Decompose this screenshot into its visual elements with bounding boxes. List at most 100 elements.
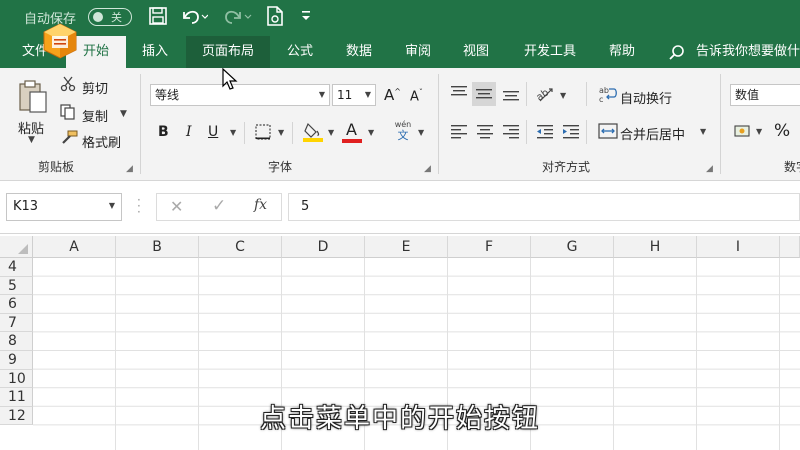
orientation-icon[interactable]: ab	[534, 82, 556, 108]
ribbon: 粘贴 ▼ 剪切 复制 ▼ 格式刷 剪贴板 ◢ 等线 ▼ 11 ▼ A^ Aˇ B…	[0, 68, 800, 181]
align-middle-icon[interactable]	[472, 82, 496, 106]
column-header[interactable]: D	[282, 236, 365, 258]
accounting-dropdown-icon[interactable]: ▼	[756, 128, 762, 136]
align-bottom-icon[interactable]	[502, 84, 520, 106]
formula-bar: K13 ▼ · · · ✕ ✓ fx 5	[0, 181, 800, 234]
merge-dropdown-icon[interactable]: ▼	[700, 128, 706, 136]
font-size-combo[interactable]: 11 ▼	[332, 84, 376, 106]
align-left-icon[interactable]	[450, 122, 468, 144]
font-name-value: 等线	[155, 88, 180, 102]
decrease-indent-icon[interactable]	[536, 122, 554, 144]
tab-page-layout[interactable]: 页面布局	[186, 36, 270, 68]
paste-dropdown-icon[interactable]: ▼	[28, 136, 35, 145]
column-header[interactable]: G	[531, 236, 614, 258]
select-all-corner[interactable]	[0, 236, 33, 258]
decrease-font-button[interactable]: Aˇ	[410, 88, 423, 104]
scissors-icon	[60, 76, 76, 96]
phonetic-dropdown-icon[interactable]: ▼	[418, 129, 424, 137]
column-header[interactable]: F	[448, 236, 531, 258]
fill-color-dropdown-icon[interactable]: ▼	[328, 129, 334, 137]
wrap-text-button[interactable]: 自动换行	[620, 88, 672, 107]
row-header[interactable]: 7	[0, 313, 33, 333]
svg-text:ab: ab	[599, 86, 609, 95]
column-header[interactable]: E	[365, 236, 448, 258]
tell-me-search[interactable]: 告诉我你想要做什	[696, 36, 800, 68]
percent-button[interactable]: %	[774, 121, 790, 141]
enter-icon[interactable]: ✓	[212, 196, 226, 216]
divider	[244, 122, 245, 144]
increase-font-button[interactable]: A^	[384, 86, 401, 104]
align-right-icon[interactable]	[502, 122, 520, 144]
tab-view[interactable]: 视图	[452, 36, 500, 68]
column-header[interactable]	[780, 236, 800, 258]
font-name-combo[interactable]: 等线 ▼	[150, 84, 330, 106]
divider	[586, 82, 587, 106]
column-header[interactable]: C	[199, 236, 282, 258]
row-header[interactable]: 4	[0, 258, 33, 277]
borders-dropdown-icon[interactable]: ▼	[278, 129, 284, 137]
accounting-format-icon[interactable]	[734, 122, 754, 144]
row-header[interactable]: 9	[0, 351, 33, 370]
formula-value: 5	[301, 199, 310, 214]
row-header[interactable]: 6	[0, 295, 33, 314]
insert-function-icon[interactable]: fx	[254, 197, 267, 213]
phonetic-button[interactable]: wén 文	[392, 120, 414, 142]
save-icon[interactable]	[148, 6, 168, 30]
increase-indent-icon[interactable]	[562, 122, 580, 144]
font-group-label: 字体	[268, 160, 293, 174]
copy-dropdown-icon[interactable]: ▼	[120, 110, 127, 119]
format-painter-button[interactable]: 格式刷	[82, 132, 121, 151]
row-header[interactable]: 10	[0, 369, 33, 389]
bold-button[interactable]: B	[158, 124, 169, 140]
tab-data[interactable]: 数据	[334, 36, 384, 68]
tab-review[interactable]: 审阅	[394, 36, 442, 68]
underline-button[interactable]: U	[208, 124, 218, 140]
undo-icon[interactable]	[180, 6, 209, 30]
align-center-icon[interactable]	[476, 122, 494, 144]
divider	[292, 122, 293, 144]
autosave-toggle[interactable]: 关	[88, 8, 132, 26]
increase-font-glyph: A	[384, 86, 395, 104]
fill-color-icon[interactable]	[302, 120, 324, 146]
font-launcher-icon[interactable]: ◢	[424, 164, 431, 174]
chevron-down-icon: ▼	[364, 90, 371, 99]
tab-developer[interactable]: 开发工具	[512, 36, 588, 68]
search-icon[interactable]	[668, 44, 686, 66]
row-header[interactable]: 5	[0, 276, 33, 296]
font-color-button[interactable]: A	[346, 120, 357, 139]
align-top-icon[interactable]	[450, 84, 468, 106]
row-header[interactable]: 8	[0, 332, 33, 351]
column-header[interactable]: B	[116, 236, 199, 258]
merge-center-button[interactable]: 合并后居中	[620, 124, 685, 143]
redo-icon[interactable]	[222, 6, 252, 30]
font-color-dropdown-icon[interactable]: ▼	[368, 129, 374, 137]
cut-button[interactable]: 剪切	[82, 78, 108, 97]
number-format-combo[interactable]: 数值	[730, 84, 800, 106]
underline-dropdown-icon[interactable]: ▼	[230, 129, 236, 137]
video-subtitle: 点击菜单中的开始按钮	[259, 404, 540, 434]
column-header[interactable]: I	[697, 236, 780, 258]
italic-button[interactable]: I	[186, 124, 192, 140]
copy-button[interactable]: 复制	[82, 106, 108, 125]
column-header[interactable]: A	[33, 236, 116, 258]
borders-icon[interactable]	[254, 123, 272, 145]
tab-formulas[interactable]: 公式	[276, 36, 324, 68]
clipboard-launcher-icon[interactable]: ◢	[126, 164, 133, 174]
orientation-dropdown-icon[interactable]: ▼	[560, 92, 566, 100]
name-box[interactable]: K13 ▼	[6, 193, 122, 221]
phonetic-bottom: 文	[397, 129, 409, 142]
alignment-launcher-icon[interactable]: ◢	[706, 164, 713, 174]
paste-icon[interactable]	[16, 80, 50, 118]
formula-input[interactable]: 5	[288, 193, 800, 221]
excel-cube-logo	[40, 22, 80, 66]
copy-icon	[60, 104, 76, 124]
column-header[interactable]: H	[614, 236, 697, 258]
chevron-down-icon: ▼	[318, 90, 325, 99]
decrease-font-glyph: A	[410, 89, 419, 105]
tab-insert[interactable]: 插入	[132, 36, 178, 68]
document-icon[interactable]	[264, 5, 286, 31]
format-painter-icon	[60, 130, 78, 150]
chevron-down-icon[interactable]	[300, 9, 312, 27]
cancel-icon[interactable]: ✕	[170, 197, 183, 216]
tab-help[interactable]: 帮助	[598, 36, 646, 68]
